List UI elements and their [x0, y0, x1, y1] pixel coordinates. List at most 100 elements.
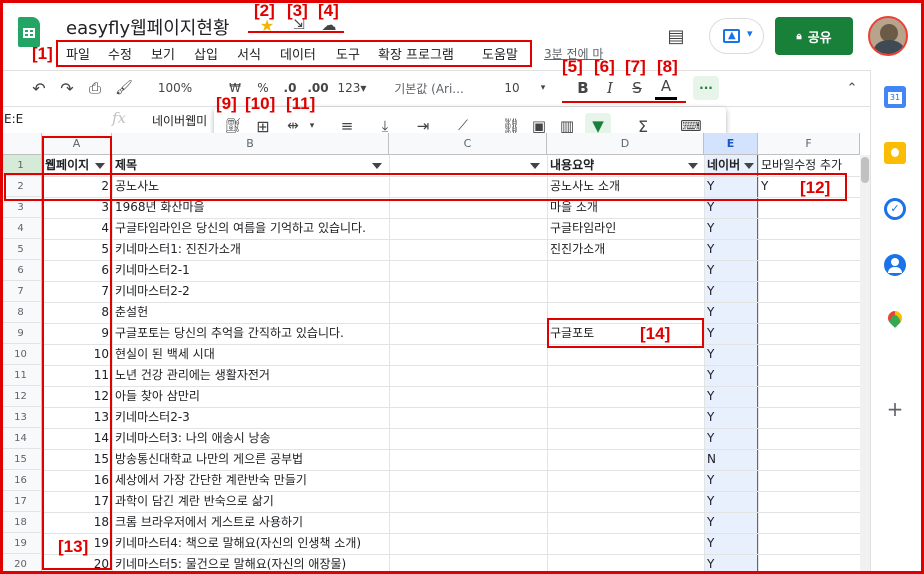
cell-d[interactable] — [547, 428, 704, 449]
cell-f[interactable] — [758, 554, 860, 574]
cell-f[interactable] — [758, 365, 860, 386]
cell-e[interactable]: Y — [704, 239, 758, 260]
cell-b[interactable]: 노년 건강 관리에는 생활자전거 — [112, 365, 389, 386]
cell-f[interactable] — [758, 344, 860, 365]
cell-d[interactable] — [547, 365, 704, 386]
cell-d[interactable]: 구글타임라인 — [547, 218, 704, 239]
col-header-e[interactable]: E — [704, 133, 758, 155]
cell-b[interactable]: 아들 찾아 삼만리 — [112, 386, 389, 407]
share-button[interactable]: 🔒︎ 공유 — [775, 17, 853, 55]
cell-d[interactable] — [547, 260, 704, 281]
cell-e[interactable]: Y — [704, 323, 758, 344]
cell-f[interactable] — [758, 302, 860, 323]
cell-e[interactable]: Y — [704, 344, 758, 365]
redo-icon[interactable]: ↷ — [56, 77, 78, 99]
cell-b[interactable]: 키네마스터4: 책으로 말해요(자신의 인생책 소개) — [112, 533, 389, 554]
cell-e[interactable]: N — [704, 449, 758, 470]
cell-e[interactable]: Y — [704, 533, 758, 554]
cell-e[interactable]: Y — [704, 302, 758, 323]
print-icon[interactable]: ⎙ — [84, 77, 106, 99]
document-title[interactable]: easyfly웹페이지현황 — [66, 14, 229, 40]
cell-b[interactable]: 키네마스터2-2 — [112, 281, 389, 302]
cell-b[interactable]: 방송통신대학교 나만의 게으른 공부법 — [112, 449, 389, 470]
cell-f[interactable] — [758, 218, 860, 239]
bold-button[interactable]: B — [572, 77, 594, 99]
cell-e[interactable]: Y — [704, 512, 758, 533]
cell-e[interactable]: Y — [704, 218, 758, 239]
cell-b[interactable]: 키네마스터1: 진진가소개 — [112, 239, 389, 260]
formula-input[interactable]: 네이버웹미 — [152, 112, 207, 129]
cell-f[interactable] — [758, 323, 860, 344]
zoom-select[interactable]: 100% — [152, 77, 198, 99]
row-header[interactable]: 4 — [0, 218, 42, 239]
row-header[interactable]: 7 — [0, 281, 42, 302]
cell-e[interactable]: Y — [704, 554, 758, 574]
cell-d[interactable] — [547, 491, 704, 512]
cell-f[interactable] — [758, 386, 860, 407]
cell-d[interactable] — [547, 533, 704, 554]
cell-f[interactable] — [758, 407, 860, 428]
row-header[interactable]: 10 — [0, 344, 42, 365]
col-header-f[interactable]: F — [758, 133, 860, 155]
row-header[interactable]: 19 — [0, 533, 42, 554]
collapse-menus-icon[interactable]: ⌃ — [842, 77, 862, 99]
cell-d[interactable] — [547, 554, 704, 574]
cell-f[interactable] — [758, 470, 860, 491]
row-header[interactable]: 15 — [0, 449, 42, 470]
col-header-d[interactable]: D — [547, 133, 704, 155]
cell-b[interactable]: 구글타임라인은 당신의 여름을 기억하고 있습니다. — [112, 218, 389, 239]
col-header-c[interactable]: C — [389, 133, 547, 155]
paint-format-icon[interactable]: 🖌︎ — [113, 77, 135, 99]
row-header[interactable]: 11 — [0, 365, 42, 386]
cell-d[interactable] — [547, 281, 704, 302]
cell-b[interactable]: 구글포토는 당신의 추억을 간직하고 있습니다. — [112, 323, 389, 344]
contacts-icon[interactable] — [884, 254, 906, 276]
cell-e[interactable]: Y — [704, 260, 758, 281]
cell-d[interactable] — [547, 449, 704, 470]
cell-b[interactable]: 키네마스터3: 나의 애송시 낭송 — [112, 428, 389, 449]
cell-e[interactable]: Y — [704, 470, 758, 491]
cell-e[interactable]: Y — [704, 407, 758, 428]
cell-b[interactable]: 키네마스터2-1 — [112, 260, 389, 281]
text-color-button[interactable]: A — [655, 75, 677, 97]
corner-cell[interactable] — [0, 133, 42, 155]
row-header[interactable]: 5 — [0, 239, 42, 260]
avatar[interactable] — [868, 16, 908, 56]
present-button[interactable]: ▲ ▾ — [709, 18, 764, 54]
italic-button[interactable]: I — [599, 77, 621, 99]
row-header[interactable]: 12 — [0, 386, 42, 407]
cell-f[interactable] — [758, 512, 860, 533]
row-header[interactable]: 18 — [0, 512, 42, 533]
more-formats[interactable]: 123▾ — [336, 77, 368, 99]
cell-e[interactable]: Y — [704, 281, 758, 302]
row-header[interactable]: 20 — [0, 554, 42, 574]
get-addons-icon[interactable]: + — [884, 397, 906, 421]
cell-e[interactable]: Y — [704, 491, 758, 512]
cell-f[interactable] — [758, 281, 860, 302]
strikethrough-button[interactable]: S — [626, 77, 648, 99]
scrollbar-vertical[interactable] — [860, 155, 870, 574]
filter-icon-b[interactable] — [372, 163, 382, 169]
cell-f[interactable] — [758, 428, 860, 449]
row-header[interactable]: 16 — [0, 470, 42, 491]
cell-d[interactable] — [547, 407, 704, 428]
cell-b[interactable]: 크롬 브라우저에서 게스트로 사용하기 — [112, 512, 389, 533]
cell-b[interactable]: 세상에서 가장 간단한 계란반숙 만들기 — [112, 470, 389, 491]
cell-b[interactable]: 키네마스터2-3 — [112, 407, 389, 428]
present-dropdown-arrow[interactable]: ▾ — [747, 27, 753, 40]
cell-b[interactable]: 현실이 된 백세 시대 — [112, 344, 389, 365]
cell-b[interactable]: 키네마스터5: 물건으로 말해요(자신의 애장물) — [112, 554, 389, 574]
font-select[interactable]: 기본값 (Ari... — [389, 77, 469, 99]
filter-icon-c[interactable] — [530, 163, 540, 169]
row-header[interactable]: 9 — [0, 323, 42, 344]
row-header[interactable]: 13 — [0, 407, 42, 428]
cell-e[interactable]: Y — [704, 428, 758, 449]
cell-d[interactable]: 진진가소개 — [547, 239, 704, 260]
row-header[interactable]: 8 — [0, 302, 42, 323]
undo-icon[interactable]: ↶ — [28, 77, 50, 99]
cell-f[interactable] — [758, 533, 860, 554]
filter-icon-d[interactable] — [688, 163, 698, 169]
cell-f[interactable] — [758, 260, 860, 281]
comment-icon[interactable]: ▤ — [664, 24, 688, 48]
cell-b[interactable]: 춘설헌 — [112, 302, 389, 323]
